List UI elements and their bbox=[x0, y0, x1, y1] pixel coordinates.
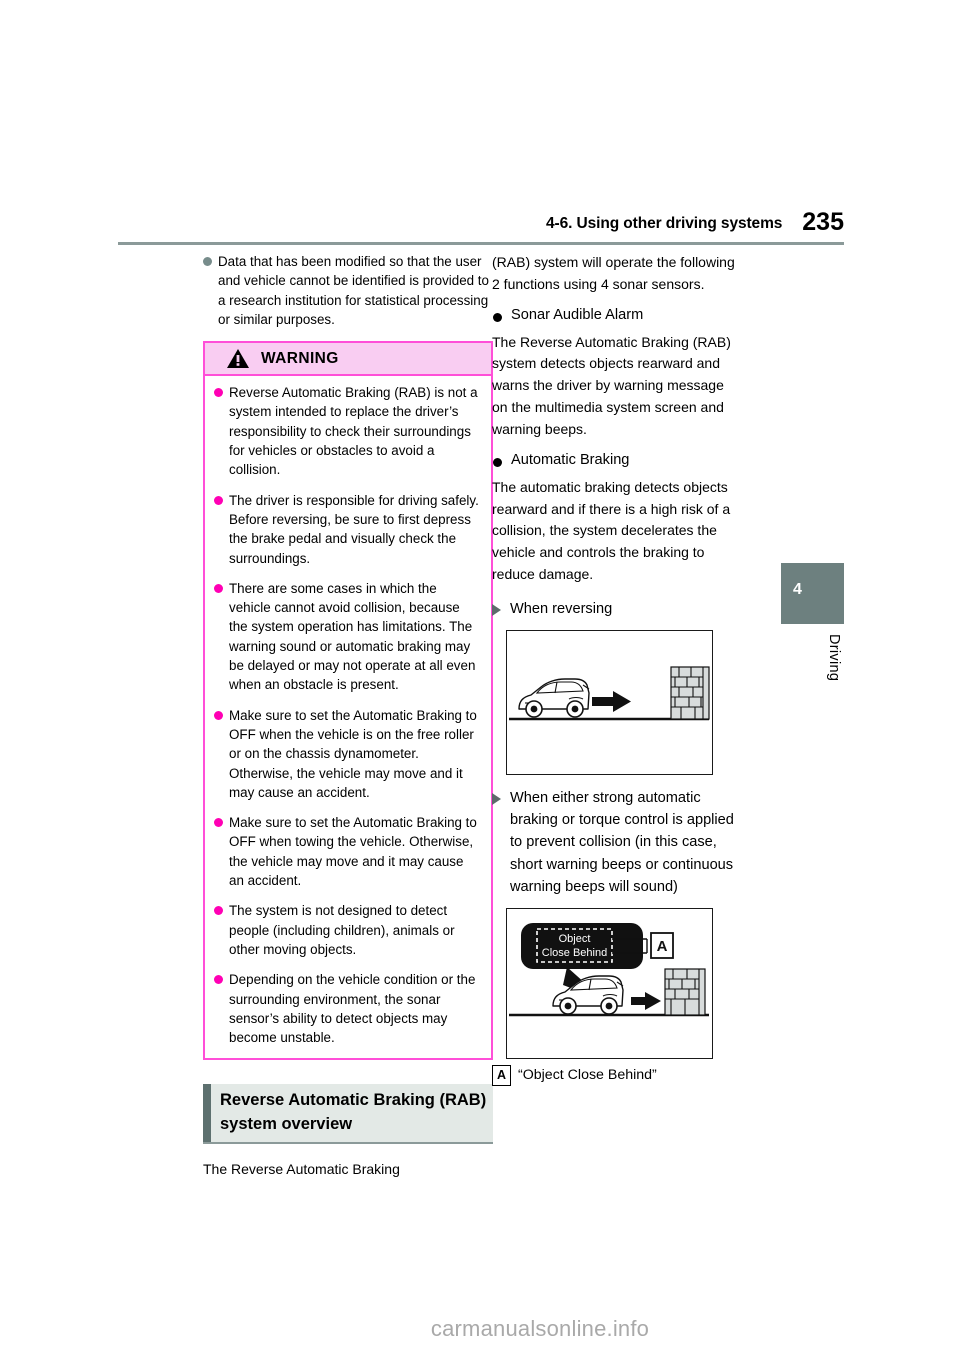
header-divider bbox=[118, 242, 844, 245]
feature-body-automatic-braking: The automatic braking detects objects re… bbox=[492, 478, 731, 583]
figure-heading-text: When either strong automatic braking or … bbox=[510, 790, 734, 895]
figure-caption: A “Object Close Behind” bbox=[492, 1064, 742, 1086]
feature-body-sonar-alarm: The Reverse Automatic Braking (RAB) syst… bbox=[492, 333, 731, 437]
continuation-paragraph: (RAB) system will operate the following … bbox=[492, 254, 735, 292]
list-item: Data that has been modified so that the … bbox=[203, 252, 493, 329]
bullet-dot-icon bbox=[203, 257, 212, 266]
feature-heading-sonar-alarm: Sonar Audible Alarm bbox=[492, 307, 742, 323]
car-reversing-with-screen-message-illustration: Object Close Behind A bbox=[507, 908, 711, 1053]
list-item-text: Depending on the vehicle condition or th… bbox=[229, 972, 476, 1046]
list-item-text: Make sure to set the Automatic Braking t… bbox=[229, 815, 477, 889]
bullet-dot-icon bbox=[214, 388, 223, 398]
bullet-dot-icon bbox=[214, 818, 223, 828]
list-item: There are some cases in which the vehicl… bbox=[214, 579, 482, 695]
list-item-text: Make sure to set the Automatic Braking t… bbox=[229, 707, 477, 800]
figure-heading-strong-braking: When either strong automatic braking or … bbox=[492, 787, 742, 898]
feature-heading-text: Automatic Braking bbox=[511, 451, 630, 468]
caption-marker-a: A bbox=[492, 1064, 511, 1086]
feature-heading-text: Sonar Audible Alarm bbox=[511, 306, 644, 323]
illustration-object-close-behind: Object Close Behind A bbox=[506, 907, 713, 1059]
list-item: Reverse Automatic Braking (RAB) is not a… bbox=[214, 383, 482, 479]
warning-box-body: Reverse Automatic Braking (RAB) is not a… bbox=[205, 376, 491, 1058]
feature-heading-automatic-braking: Automatic Braking bbox=[492, 452, 742, 468]
list-item: Make sure to set the Automatic Braking t… bbox=[214, 813, 482, 890]
section-intro-text: The Reverse Automatic Braking bbox=[203, 1161, 400, 1178]
list-item-text: Data that has been modified so that the … bbox=[218, 254, 489, 327]
left-column: Data that has been modified so that the … bbox=[203, 252, 493, 1188]
screen-message-line-2: Close Behind bbox=[542, 947, 607, 959]
bullet-dot-icon bbox=[214, 710, 223, 720]
illustration-car-reversing bbox=[506, 630, 713, 776]
warning-title: WARNING bbox=[261, 349, 339, 367]
figure-heading-when-reversing: When reversing bbox=[492, 598, 742, 620]
filled-bullet-icon bbox=[493, 312, 502, 322]
section-heading-text: Reverse Automatic Braking (RAB) system o… bbox=[220, 1091, 487, 1133]
watermark-text: carmanualsonline.info bbox=[430, 1316, 650, 1341]
callout-marker-a: A bbox=[657, 938, 668, 955]
warning-box-header: WARNING bbox=[205, 343, 491, 377]
screen-message-line-1: Object bbox=[559, 933, 591, 945]
list-item-text: The driver is responsible for driving sa… bbox=[229, 492, 479, 566]
page-number: 235 bbox=[802, 208, 844, 236]
header-section-title: 4-6. Using other driving systems bbox=[546, 215, 783, 232]
list-item: The system is not designed to detect peo… bbox=[214, 901, 482, 959]
section-heading: Reverse Automatic Braking (RAB) system o… bbox=[203, 1084, 493, 1145]
list-item-text: Reverse Automatic Braking (RAB) is not a… bbox=[229, 385, 478, 478]
list-item: Depending on the vehicle condition or th… bbox=[214, 970, 482, 1047]
list-item-text: There are some cases in which the vehicl… bbox=[229, 580, 476, 693]
list-item: The driver is responsible for driving sa… bbox=[214, 491, 482, 568]
bullet-dot-icon bbox=[214, 975, 223, 985]
chapter-label: Driving bbox=[826, 634, 842, 682]
list-item: Make sure to set the Automatic Braking t… bbox=[214, 706, 482, 802]
triangle-marker-icon bbox=[492, 603, 501, 616]
page-header: 4-6. Using other driving systems 235 bbox=[118, 208, 844, 236]
triangle-marker-icon bbox=[492, 793, 501, 806]
chapter-tab: 4 bbox=[781, 563, 844, 624]
bullet-dot-icon bbox=[214, 583, 223, 593]
footer-watermark: carmanualsonline.info bbox=[0, 1316, 960, 1342]
car-reversing-toward-wall-illustration bbox=[507, 631, 711, 770]
figure-heading-text: When reversing bbox=[510, 600, 613, 617]
warning-triangle-icon bbox=[227, 349, 249, 369]
filled-bullet-icon bbox=[493, 457, 502, 467]
warning-box: WARNING Reverse Automatic Braking (RAB) … bbox=[203, 341, 493, 1061]
caption-text: “Object Close Behind” bbox=[518, 1067, 657, 1084]
section-heading-accent-bar bbox=[203, 1084, 211, 1143]
right-column: (RAB) system will operate the following … bbox=[492, 252, 742, 1086]
list-item-text: The system is not designed to detect peo… bbox=[229, 903, 455, 957]
chapter-number: 4 bbox=[793, 581, 802, 598]
bullet-dot-icon bbox=[214, 495, 223, 505]
bullet-dot-icon bbox=[214, 906, 223, 916]
